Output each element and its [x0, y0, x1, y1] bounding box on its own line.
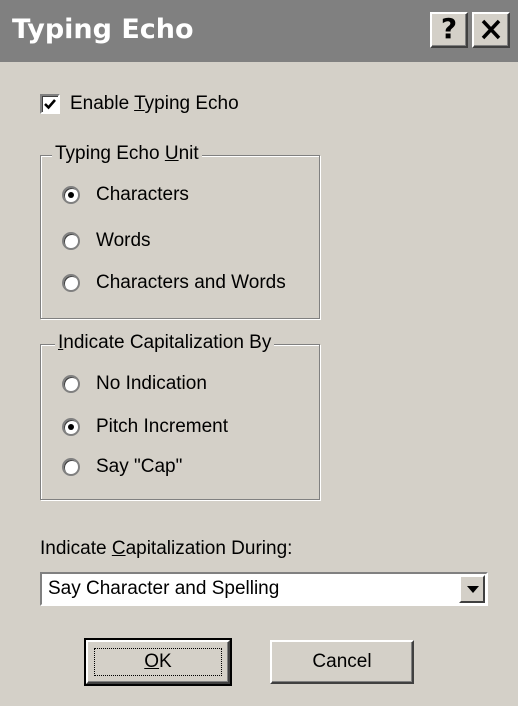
radio-words-label[interactable]: Words [96, 230, 151, 252]
close-button[interactable] [472, 12, 510, 48]
help-button[interactable]: ? [430, 12, 468, 48]
legend-text: nit [178, 143, 199, 164]
radio-characters[interactable] [62, 186, 80, 204]
chevron-down-icon [467, 586, 479, 593]
enable-typing-echo-checkbox[interactable] [40, 94, 60, 114]
label-text: yping Echo [144, 93, 239, 114]
radio-pitch-increment[interactable] [62, 418, 80, 436]
dropdown-selected-value: Say Character and Spelling [48, 578, 280, 599]
legend-text: ndicate Capitalization By [63, 332, 272, 353]
window-title: Typing Echo [12, 14, 194, 45]
checkmark-icon [44, 99, 56, 110]
typing-echo-dialog: Typing Echo ? Enable Typing Echo Typing … [0, 0, 518, 706]
radio-words[interactable] [62, 232, 80, 250]
focus-rect [94, 648, 222, 676]
cancel-button[interactable]: Cancel [270, 640, 414, 684]
indicate-capitalization-by-legend: Indicate Capitalization By [55, 332, 275, 354]
typing-echo-unit-group [40, 155, 320, 319]
dropdown-toggle-button[interactable] [459, 575, 485, 603]
enable-typing-echo-label[interactable]: Enable Typing Echo [70, 93, 239, 115]
question-mark-icon: ? [440, 12, 458, 45]
typing-echo-unit-legend: Typing Echo Unit [52, 143, 202, 165]
radio-pitch-increment-label[interactable]: Pitch Increment [96, 416, 228, 438]
ok-button[interactable]: OK [84, 638, 232, 686]
mnemonic: T [134, 93, 145, 114]
radio-say-cap-label[interactable]: Say "Cap" [96, 456, 182, 478]
capitalization-during-label: Indicate Capitalization During: [40, 538, 292, 560]
mnemonic: C [111, 538, 126, 559]
title-bar[interactable]: Typing Echo ? [0, 0, 518, 62]
radio-say-cap[interactable] [62, 458, 80, 476]
radio-no-indication[interactable] [62, 375, 80, 393]
close-icon [481, 19, 501, 40]
radio-characters-and-words-label[interactable]: Characters and Words [96, 272, 286, 294]
label-text: apitalization During: [125, 538, 293, 559]
label-text: Indicate [40, 538, 112, 559]
capitalization-during-dropdown[interactable]: Say Character and Spelling [40, 572, 488, 606]
label-text: Enable [70, 93, 135, 114]
radio-characters-and-words[interactable] [62, 274, 80, 292]
radio-characters-label[interactable]: Characters [96, 184, 189, 206]
radio-no-indication-label[interactable]: No Indication [96, 373, 207, 395]
mnemonic: U [164, 143, 179, 164]
legend-text: Typing Echo [55, 143, 165, 164]
